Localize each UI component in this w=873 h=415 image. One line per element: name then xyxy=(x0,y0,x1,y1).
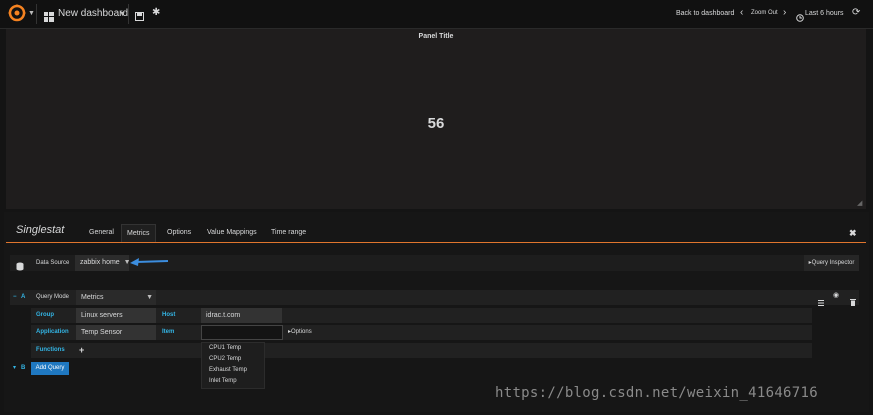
application-input[interactable]: Temp Sensor xyxy=(76,325,156,340)
grafana-logo-icon[interactable] xyxy=(6,4,28,24)
dashboard-title-caret-icon[interactable]: ▼ xyxy=(119,11,126,18)
time-forward-icon[interactable]: › xyxy=(783,7,786,18)
options-toggle[interactable]: ▸Options xyxy=(288,325,312,340)
divider xyxy=(36,4,37,24)
annotation-arrow-icon xyxy=(130,258,169,266)
item-dropdown-menu: CPU1 Temp CPU2 Temp Exhaust Temp Inlet T… xyxy=(201,342,265,389)
host-input[interactable]: idrac.t.com xyxy=(201,308,282,323)
dropdown-option[interactable]: CPU2 Temp xyxy=(202,354,264,365)
dropdown-option[interactable]: Inlet Temp xyxy=(202,376,264,387)
group-label: Group xyxy=(36,312,54,318)
host-label: Host xyxy=(162,312,176,318)
tab-options[interactable]: Options xyxy=(167,224,191,242)
query-mode-value: Metrics xyxy=(81,294,104,301)
dashboard-title-button[interactable]: New dashboard xyxy=(58,8,128,19)
panel-type-title: Singlestat xyxy=(16,224,65,236)
tab-metrics[interactable]: Metrics xyxy=(121,224,156,243)
query-inspector-label: Query Inspector xyxy=(811,260,855,266)
divider xyxy=(128,4,129,24)
query-ref-id: A xyxy=(21,294,26,300)
resize-handle-icon[interactable]: ◢ xyxy=(857,199,862,207)
application-label: Application xyxy=(36,329,69,335)
panel-title[interactable]: Panel Title xyxy=(6,33,866,40)
database-icon xyxy=(16,258,24,271)
add-query-ref-id: B xyxy=(21,365,26,371)
dropdown-option[interactable]: CPU1 Temp xyxy=(202,343,264,354)
tab-general[interactable]: General xyxy=(89,224,114,242)
query-inspector-button[interactable]: ▸Query Inspector xyxy=(804,255,859,271)
chevron-down-icon: ▼ xyxy=(146,294,153,301)
watermark-url: https://blog.csdn.net/weixin_41646716 xyxy=(495,385,818,401)
group-input[interactable]: Linux servers xyxy=(76,308,156,323)
top-navbar: ▼ New dashboard ▼ ✱ Back to dashboard ‹ … xyxy=(0,0,873,29)
save-icon[interactable] xyxy=(135,8,144,21)
dashboard-grid-icon xyxy=(44,9,54,22)
time-range-picker[interactable]: Last 6 hours xyxy=(805,10,844,17)
item-input[interactable] xyxy=(201,325,283,340)
settings-gear-icon[interactable]: ✱ xyxy=(152,7,160,18)
collapse-query-icon[interactable]: − xyxy=(13,290,17,305)
data-source-select[interactable]: zabbix home ▼ xyxy=(75,255,131,271)
item-label: Item xyxy=(162,329,175,335)
zoom-out-button[interactable]: Zoom Out xyxy=(751,10,778,16)
refresh-icon[interactable]: ⟳ xyxy=(852,7,860,18)
time-back-icon[interactable]: ‹ xyxy=(740,7,743,18)
toggle-visibility-eye-icon[interactable]: ◉ xyxy=(833,291,839,299)
delete-trash-icon[interactable] xyxy=(850,293,856,306)
options-label: Options xyxy=(291,329,312,335)
functions-row xyxy=(31,343,812,358)
query-mode-select[interactable]: Metrics ▼ xyxy=(76,290,156,305)
singlestat-panel: Panel Title 56 ◢ xyxy=(6,29,866,209)
tab-underline xyxy=(6,242,866,243)
tab-time-range[interactable]: Time range xyxy=(271,224,306,242)
logo-caret-icon[interactable]: ▼ xyxy=(28,10,35,17)
tab-value-mappings[interactable]: Value Mappings xyxy=(207,224,257,242)
functions-label: Functions xyxy=(36,347,65,353)
dropdown-option[interactable]: Exhaust Temp xyxy=(202,365,264,376)
back-to-dashboard-button[interactable]: Back to dashboard xyxy=(676,10,734,17)
data-source-value: zabbix home xyxy=(80,259,120,266)
query-mode-label: Query Mode xyxy=(36,294,70,300)
add-function-plus-icon[interactable]: + xyxy=(79,343,84,358)
close-editor-icon[interactable]: ✖ xyxy=(849,228,857,239)
data-source-label: Data Source xyxy=(36,260,70,266)
singlestat-value: 56 xyxy=(427,115,445,132)
add-query-button[interactable]: Add Query xyxy=(31,362,69,375)
menu-icon[interactable] xyxy=(818,293,824,306)
add-query-caret-icon[interactable]: ▾ xyxy=(13,362,16,375)
clock-icon xyxy=(796,9,804,22)
